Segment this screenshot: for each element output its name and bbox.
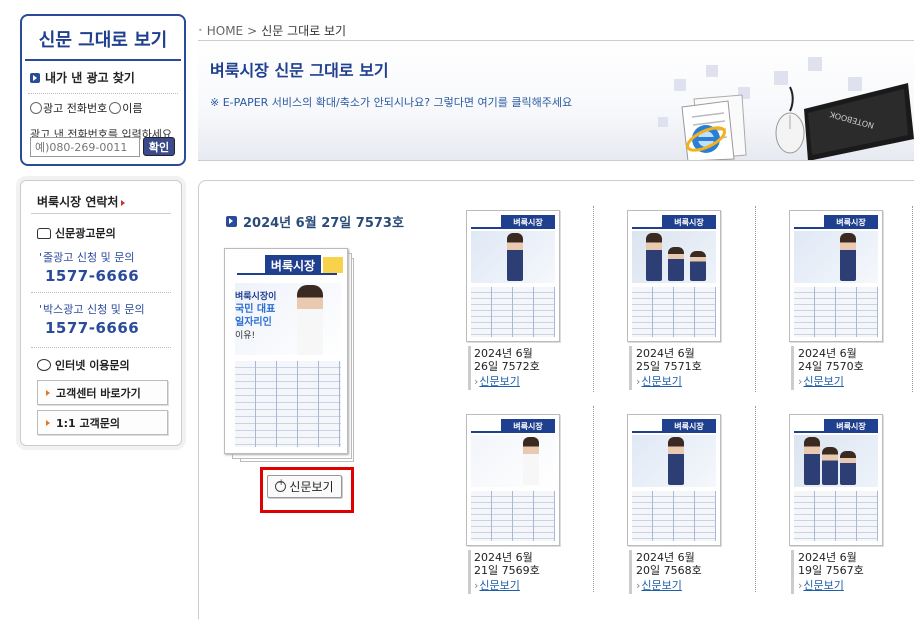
customer-center-button[interactable]: 고객센터 바로가기 — [37, 380, 168, 405]
one-on-one-inquiry-button[interactable]: 1:1 고객문의 — [37, 410, 168, 435]
issue-date: 2024년 6월 19일 7567호 — [798, 551, 864, 577]
issue-date: 2024년 6월 24일 7570호 — [798, 347, 864, 373]
document-ie-icon — [681, 94, 747, 161]
breadcrumb-separator: > — [247, 23, 258, 38]
thumb-logo: 벼룩시장 — [501, 215, 555, 229]
internet-inquiry-section: 인터넷 이용문의 — [37, 357, 130, 373]
confirm-button[interactable]: 확인 — [143, 137, 175, 156]
issue-view-link[interactable]: 신문보기 — [636, 577, 681, 593]
thumb-logo: 벼룩시장 — [824, 419, 878, 433]
internet-inquiry-label: 인터넷 이용문의 — [55, 359, 130, 372]
customer-center-label: 고객센터 바로가기 — [56, 386, 141, 400]
thumb-logo: 벼룩시장 — [824, 215, 878, 229]
issue-thumbnail[interactable]: 벼룩시장 — [627, 414, 721, 546]
cover-person-photo — [297, 285, 323, 355]
radio-phone[interactable] — [30, 102, 42, 114]
phone-input[interactable] — [30, 137, 140, 157]
breadcrumb-current: 신문 그대로 보기 — [261, 24, 347, 38]
arrow-bullet-icon — [226, 216, 237, 227]
breadcrumb: • HOME > 신문 그대로 보기 — [198, 23, 347, 39]
issue-view-link[interactable]: 신문보기 — [474, 373, 519, 389]
current-issue-heading: 2024년 6월 27일 7573호 — [226, 212, 404, 231]
issue-thumbnail[interactable]: 벼룩시장 — [789, 414, 883, 546]
radio-name-label[interactable]: 이름 — [122, 100, 142, 116]
cover-headline-1: 벼룩시장이 — [235, 292, 277, 302]
arrow-right-icon — [46, 419, 50, 426]
thumb-logo: 벼룩시장 — [662, 419, 716, 433]
page-title: 벼룩시장 신문 그대로 보기 — [210, 61, 389, 80]
issue-view-link[interactable]: 신문보기 — [474, 577, 519, 593]
thumb-logo: 벼룩시장 — [662, 215, 716, 229]
ad-search-panel: 신문 그대로 보기 내가 낸 광고 찾기 광고 전화번호 이름 광고 낸 전화번… — [20, 14, 186, 166]
issue-view-link[interactable]: 신문보기 — [636, 373, 681, 389]
current-issue-label: 2024년 6월 27일 7573호 — [243, 216, 404, 231]
panel-title: 신문 그대로 보기 — [25, 19, 181, 61]
view-newspaper-button[interactable]: 신문보기 — [267, 475, 342, 498]
line-ad-label: 줄광고 신청 및 문의 — [39, 249, 134, 265]
phone-icon — [37, 227, 51, 239]
find-my-ad-heading: 내가 낸 광고 찾기 — [22, 61, 184, 86]
page-banner: 벼룩시장 신문 그대로 보기 ※ E-PAPER 서비스의 확대/축소가 안되시… — [198, 41, 914, 161]
zoom-in-icon — [275, 478, 287, 492]
radio-phone-label[interactable]: 광고 전화번호 — [43, 100, 107, 116]
ad-inquiry-label: 신문광고문의 — [55, 227, 116, 240]
current-issue-cover[interactable]: 벼룩시장 벼룩시장이 국민 대표 일자리인 이유! — [224, 248, 354, 462]
box-ad-phone: 1577-6666 — [45, 319, 140, 337]
find-my-ad-label: 내가 낸 광고 찾기 — [45, 71, 135, 85]
issue-date: 2024년 6월 25일 7571호 — [636, 347, 702, 373]
issue-view-link[interactable]: 신문보기 — [798, 577, 843, 593]
cover-logo: 벼룩시장 — [265, 255, 321, 275]
arrow-right-icon — [46, 389, 50, 396]
cover-headline-4: 이유! — [235, 331, 256, 341]
breadcrumb-home[interactable]: HOME — [207, 24, 243, 38]
issue-thumbnail[interactable]: 벼룩시장 — [627, 210, 721, 342]
epaper-zoom-help-link[interactable]: ※ E-PAPER 서비스의 확대/축소가 안되시나요? 그렇다면 여기를 클릭… — [210, 94, 572, 110]
contact-panel: 벼룩시장 연락처 신문광고문의 줄광고 신청 및 문의 1577-6666 박스… — [20, 180, 182, 446]
laptop-icon: NOTEBOOK — [804, 83, 914, 161]
one-on-one-inquiry-label: 1:1 고객문의 — [56, 416, 121, 430]
ad-inquiry-section: 신문광고문의 — [37, 225, 116, 241]
cover-headline-2: 국민 대표 — [235, 304, 276, 315]
contact-title: 벼룩시장 연락처 — [37, 193, 125, 210]
issue-thumbnail[interactable]: 벼룩시장 — [789, 210, 883, 342]
issue-date: 2024년 6월 26일 7572호 — [474, 347, 540, 373]
line-ad-phone: 1577-6666 — [45, 267, 140, 285]
internet-icon — [37, 359, 51, 371]
issue-view-link[interactable]: 신문보기 — [798, 373, 843, 389]
arrow-bullet-icon — [30, 72, 40, 83]
box-ad-label: 박스광고 신청 및 문의 — [39, 301, 145, 317]
thumb-logo: 벼룩시장 — [501, 419, 555, 433]
cover-headline-3: 일자리인 — [235, 317, 272, 328]
search-type-group: 광고 전화번호 이름 — [22, 94, 184, 116]
view-newspaper-label: 신문보기 — [289, 480, 334, 494]
issue-date: 2024년 6월 21일 7569호 — [474, 551, 540, 577]
issue-thumbnail[interactable]: 벼룩시장 — [466, 414, 560, 546]
issue-thumbnail[interactable]: 벼룩시장 — [466, 210, 560, 342]
issue-date: 2024년 6월 20일 7568호 — [636, 551, 702, 577]
radio-name[interactable] — [109, 102, 122, 114]
